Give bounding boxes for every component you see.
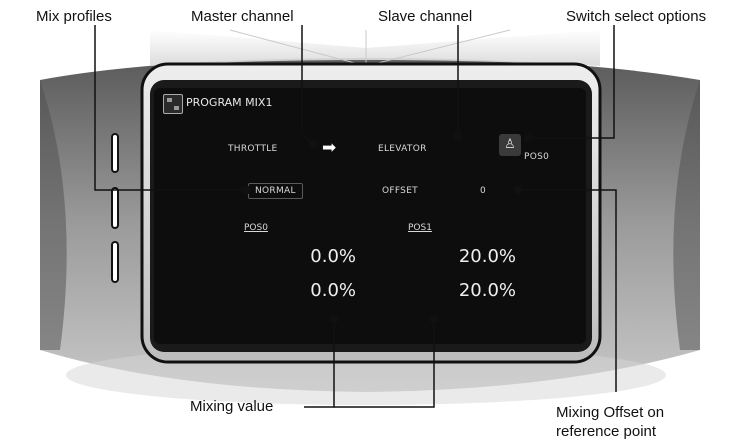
switch-options-dot	[523, 133, 533, 143]
switch-options-leader	[530, 25, 615, 139]
callout-mixing-offset-line1: Mixing Offset on	[556, 404, 665, 421]
callout-master-channel: Master channel	[191, 8, 294, 25]
mixing-value-dot-2	[429, 314, 439, 324]
mix-profiles-leader	[94, 25, 245, 191]
callout-slave-channel: Slave channel	[378, 8, 473, 25]
master-channel-dot	[308, 139, 318, 149]
slave-channel-dot	[453, 131, 463, 141]
mixing-offset-dot	[513, 185, 523, 195]
mixing-value-dot-1	[329, 314, 339, 324]
mix-profiles-dot	[242, 185, 252, 195]
callout-mixing-offset-line2: reference point	[556, 423, 657, 440]
master-channel-leader	[301, 25, 313, 144]
mixing-value-leader	[304, 320, 335, 408]
callout-switch-select-options: Switch select options	[566, 8, 707, 25]
callout-mix-profiles: Mix profiles	[36, 8, 112, 25]
callout-mixing-value: Mixing value	[190, 398, 274, 415]
callout-lines	[94, 25, 617, 408]
mixing-offset-leader	[518, 189, 617, 392]
